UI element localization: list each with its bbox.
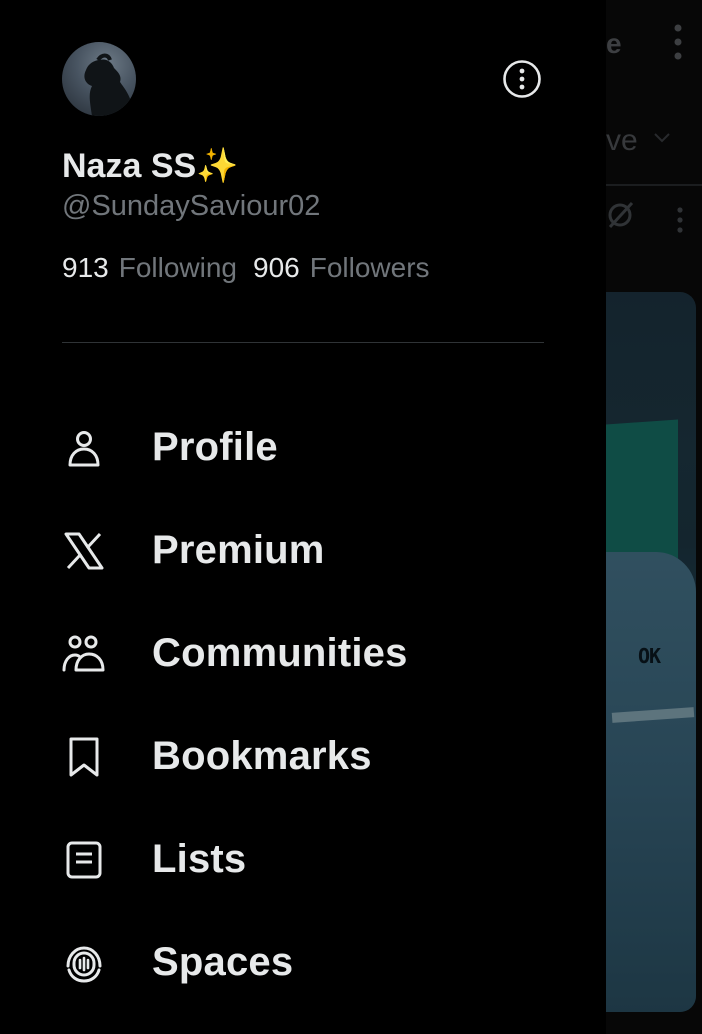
navigation-drawer: Naza SS✨ @SundaySaviour02 913 Following … bbox=[0, 0, 606, 1034]
bookmark-icon bbox=[62, 735, 106, 779]
background-feed: e ve OK bbox=[606, 0, 702, 1034]
microphone-icon bbox=[62, 941, 106, 985]
followers-label: Followers bbox=[309, 252, 430, 283]
menu-label-lists: Lists bbox=[152, 837, 247, 881]
menu-item-spaces[interactable]: Spaces bbox=[0, 911, 606, 1014]
following-count: 913 bbox=[62, 252, 109, 283]
followers-count: 906 bbox=[253, 252, 300, 283]
menu-item-communities[interactable]: Communities bbox=[0, 602, 606, 705]
x-logo-icon bbox=[62, 529, 106, 573]
list-icon bbox=[62, 838, 106, 882]
menu-item-profile[interactable]: Profile bbox=[0, 396, 606, 499]
drawer-overlay[interactable] bbox=[606, 0, 702, 1034]
communities-icon bbox=[62, 632, 106, 676]
divider bbox=[62, 342, 544, 343]
menu-label-premium: Premium bbox=[152, 528, 325, 572]
menu-label-profile: Profile bbox=[152, 425, 278, 469]
menu-item-bookmarks[interactable]: Bookmarks bbox=[0, 705, 606, 808]
avatar[interactable] bbox=[62, 42, 136, 116]
menu-label-spaces: Spaces bbox=[152, 940, 294, 984]
person-icon bbox=[62, 426, 106, 470]
more-options-icon[interactable] bbox=[502, 59, 542, 99]
user-handle[interactable]: @SundaySaviour02 bbox=[62, 190, 320, 223]
follow-stats: 913 Following 906 Followers bbox=[62, 252, 430, 284]
drawer-menu: Profile Premium Communities Bookmarks Li… bbox=[0, 396, 606, 1014]
followers-link[interactable]: 906 Followers bbox=[253, 252, 430, 284]
menu-item-premium[interactable]: Premium bbox=[0, 499, 606, 602]
menu-item-lists[interactable]: Lists bbox=[0, 808, 606, 911]
menu-label-communities: Communities bbox=[152, 631, 408, 675]
following-link[interactable]: 913 Following bbox=[62, 252, 237, 284]
menu-label-bookmarks: Bookmarks bbox=[152, 734, 372, 778]
display-name[interactable]: Naza SS✨ bbox=[62, 146, 239, 186]
following-label: Following bbox=[118, 252, 237, 283]
